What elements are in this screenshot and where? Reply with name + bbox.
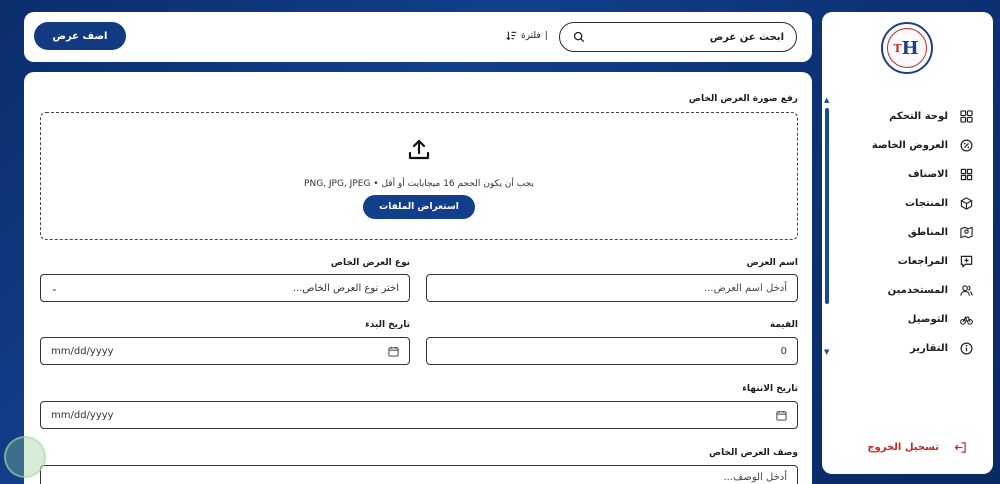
filter-divider: |: [544, 30, 548, 41]
sidebar-item-products[interactable]: المنتجات: [833, 189, 993, 218]
end-date-label: تاريخ الانتهاء: [742, 384, 798, 394]
offer-type-selected: اختر نوع العرض الخاص...: [292, 282, 399, 294]
sidebar: TH ▲ ▼ لوحة التحكم العروض الخاصة الاصناف: [822, 12, 993, 474]
sort-filter-icon: [506, 30, 517, 41]
offer-name-placeholder: أدخل اسم العرض...: [704, 282, 787, 294]
value-label: القيمة: [769, 320, 798, 330]
start-date-field[interactable]: mm/dd/yyyy: [40, 337, 410, 365]
sidebar-item-label: المستخدمين: [887, 285, 948, 296]
filter-button[interactable]: | فلترة: [506, 30, 548, 41]
search-box[interactable]: [559, 22, 797, 52]
map-icon: [959, 226, 973, 240]
offer-name-field[interactable]: أدخل اسم العرض...: [426, 274, 798, 302]
top-bar: | فلترة اضف عرض: [24, 12, 812, 62]
calendar-icon[interactable]: [388, 346, 399, 357]
offer-name-label: اسم العرض: [746, 258, 798, 268]
review-icon: [959, 255, 973, 269]
sidebar-scrollbar[interactable]: ▲ ▼: [824, 96, 830, 356]
add-offer-button[interactable]: اضف عرض: [34, 22, 126, 50]
users-icon: [959, 284, 973, 298]
image-dropzone[interactable]: يجب أن يكون الحجم 16 ميجابايت أو أقل • P…: [40, 112, 798, 240]
upload-icon: [408, 139, 430, 160]
scroll-up-arrow-icon[interactable]: ▲: [824, 96, 829, 104]
sidebar-item-label: العروض الخاصة: [871, 140, 948, 151]
sidebar-item-categories[interactable]: الاصناف: [833, 160, 993, 189]
scroll-down-arrow-icon[interactable]: ▼: [824, 348, 829, 356]
start-date-value: mm/dd/yyyy: [51, 345, 114, 357]
upload-hint: يجب أن يكون الحجم 16 ميجابايت أو أقل • P…: [304, 179, 534, 189]
upload-label: رفع صورة العرض الخاص: [688, 94, 798, 104]
logout-icon: [953, 440, 967, 454]
sidebar-item-users[interactable]: المستخدمين: [833, 276, 993, 305]
end-date-field[interactable]: mm/dd/yyyy: [40, 401, 798, 429]
bicycle-icon: [959, 313, 973, 327]
description-label: وصف العرض الخاص: [709, 448, 798, 458]
percent-badge-icon: [959, 139, 973, 153]
chevron-down-icon: ⌄: [51, 283, 58, 293]
categories-icon: [959, 168, 973, 182]
search-input[interactable]: [586, 31, 784, 43]
sidebar-item-regions[interactable]: المناطق: [833, 218, 993, 247]
sidebar-item-dashboard[interactable]: لوحة التحكم: [833, 102, 993, 131]
start-date-label: تاريخ البدء: [365, 320, 410, 330]
scroll-thumb[interactable]: [825, 108, 829, 304]
sidebar-item-delivery[interactable]: التوصيل: [833, 305, 993, 334]
filter-label: فلترة: [521, 30, 541, 41]
sidebar-item-label: الاصناف: [908, 169, 948, 180]
offer-type-label: نوع العرض الخاص: [330, 258, 410, 268]
sidebar-item-label: لوحة التحكم: [889, 111, 948, 122]
sidebar-item-label: المراجعات: [897, 256, 948, 267]
logo-letter: H: [901, 37, 919, 59]
grid-icon: [959, 110, 973, 124]
offer-type-select[interactable]: اختر نوع العرض الخاص... ⌄: [40, 274, 410, 302]
box-icon: [959, 197, 973, 211]
logout-button[interactable]: تسجيل الخروج: [867, 440, 967, 454]
sidebar-nav: لوحة التحكم العروض الخاصة الاصناف المنتج…: [833, 102, 993, 363]
search-icon[interactable]: [572, 30, 586, 44]
logout-label: تسجيل الخروج: [867, 441, 939, 453]
info-icon: [959, 342, 973, 356]
offer-form: رفع صورة العرض الخاص يجب أن يكون الحجم 1…: [24, 72, 812, 484]
sidebar-item-label: المنتجات: [904, 198, 948, 209]
description-textarea[interactable]: أدخل الوصف...: [40, 465, 798, 484]
value-text: 0: [780, 345, 787, 357]
browse-files-button[interactable]: استعراض الملفات: [363, 195, 475, 219]
logo-mark: TH: [887, 28, 927, 68]
sidebar-item-reviews[interactable]: المراجعات: [833, 247, 993, 276]
sidebar-item-label: التوصيل: [907, 314, 948, 325]
end-date-value: mm/dd/yyyy: [51, 409, 114, 421]
description-placeholder: أدخل الوصف...: [723, 472, 787, 483]
sidebar-item-label: التقارير: [910, 343, 948, 354]
sidebar-item-reports[interactable]: التقارير: [833, 334, 993, 363]
sidebar-item-special-offers[interactable]: العروض الخاصة: [833, 131, 993, 160]
corner-watermark-logo: [4, 436, 46, 478]
calendar-icon[interactable]: [776, 410, 787, 421]
value-field[interactable]: 0: [426, 337, 798, 365]
brand-logo[interactable]: TH: [881, 22, 933, 74]
sidebar-item-label: المناطق: [907, 227, 948, 238]
logo-sub-letter: T: [893, 41, 902, 55]
